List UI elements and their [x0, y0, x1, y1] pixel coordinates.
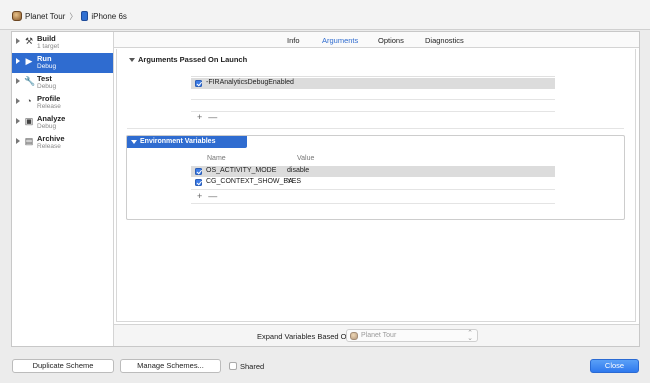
scheme-action-sidebar: ⚒ Build 1 target ▶ Run Debug 🔧 Test Debu… — [12, 32, 114, 346]
divider — [127, 128, 624, 129]
breadcrumb: Planet Tour 〉 iPhone 6s — [12, 10, 127, 22]
sidebar-item-archive[interactable]: ▤ Archive Release — [12, 133, 113, 153]
chevron-updown-icon: ⌃ ⌄ — [467, 330, 473, 342]
expand-variables-select[interactable]: Planet Tour ⌃ ⌄ — [346, 329, 478, 342]
sidebar-item-analyze[interactable]: ▣ Analyze Debug — [12, 113, 113, 133]
environment-section-header[interactable]: Environment Variables — [127, 136, 247, 148]
manage-schemes-button[interactable]: Manage Schemes... — [120, 359, 221, 373]
sidebar-item-title: Build — [37, 34, 56, 43]
duplicate-scheme-button[interactable]: Duplicate Scheme — [12, 359, 114, 373]
divider — [191, 111, 555, 112]
arguments-add-remove: +— — [197, 112, 223, 122]
arguments-panel: Arguments Passed On Launch -FIRAnalytics… — [116, 49, 636, 322]
divider — [191, 99, 555, 100]
disclosure-icon[interactable] — [16, 138, 20, 144]
remove-icon[interactable]: — — [208, 112, 223, 122]
sidebar-item-subtitle: Debug — [37, 83, 57, 90]
analyze-icon: ▣ — [24, 116, 34, 126]
sidebar-item-build[interactable]: ⚒ Build 1 target — [12, 33, 113, 53]
table-row[interactable]: OS_ACTIVITY_MODE disable — [191, 166, 555, 177]
column-header-value[interactable]: Value — [297, 155, 314, 162]
environment-section-title: Environment Variables — [140, 138, 216, 145]
breadcrumb-scheme[interactable]: Planet Tour — [25, 12, 65, 21]
sidebar-item-title: Run — [37, 54, 52, 63]
column-header-name[interactable]: Name — [207, 155, 226, 162]
sidebar-item-title: Archive — [37, 134, 65, 143]
tab-diagnostics[interactable]: Diagnostics — [425, 36, 464, 45]
scheme-toolbar: Planet Tour 〉 iPhone 6s — [0, 0, 650, 30]
archive-icon: ▤ — [24, 136, 34, 146]
sidebar-item-test[interactable]: 🔧 Test Debug — [12, 73, 113, 93]
env-name[interactable]: CG_CONTEXT_SHOW_BA... — [206, 178, 299, 185]
env-value[interactable]: YES — [287, 178, 301, 185]
divider — [191, 203, 555, 204]
sidebar-item-subtitle: Release — [37, 103, 61, 110]
gauge-icon: ◔ — [26, 96, 32, 106]
shared-checkbox[interactable] — [229, 362, 237, 370]
app-icon — [12, 11, 22, 21]
sidebar-item-run[interactable]: ▶ Run Debug — [12, 53, 113, 73]
env-value[interactable]: disable — [287, 167, 309, 174]
disclosure-icon[interactable] — [16, 118, 20, 124]
sidebar-item-subtitle: Debug — [37, 63, 57, 70]
tab-bar: Info Arguments Options Diagnostics — [114, 32, 639, 48]
environment-section: Environment Variables Name Value OS_ACTI… — [126, 135, 625, 220]
scheme-detail: Info Arguments Options Diagnostics Argum… — [114, 32, 639, 346]
device-icon — [81, 11, 89, 21]
sidebar-item-title: Test — [37, 74, 52, 83]
sidebar-item-title: Profile — [37, 94, 61, 103]
sidebar-item-subtitle: Release — [37, 143, 61, 150]
shared-label[interactable]: Shared — [240, 362, 264, 371]
argument-value[interactable]: -FIRAnalyticsDebugEnabled — [206, 79, 294, 86]
expand-variables-value: Planet Tour — [361, 332, 397, 339]
expand-variables-label: Expand Variables Based On — [257, 332, 351, 341]
env-checkbox[interactable] — [195, 168, 202, 175]
disclosure-triangle-icon[interactable] — [129, 58, 135, 62]
sidebar-item-subtitle: Debug — [37, 123, 57, 130]
tab-arguments[interactable]: Arguments — [322, 36, 358, 45]
arguments-list: -FIRAnalyticsDebugEnabled — [191, 76, 555, 116]
disclosure-triangle-icon[interactable] — [131, 140, 137, 144]
list-item[interactable]: -FIRAnalyticsDebugEnabled — [191, 78, 555, 89]
disclosure-icon[interactable] — [16, 38, 20, 44]
disclosure-icon[interactable] — [16, 58, 20, 64]
sidebar-item-profile[interactable]: ◔ Profile Release — [12, 93, 113, 113]
add-icon[interactable]: + — [197, 191, 208, 201]
sidebar-item-title: Analyze — [37, 114, 66, 123]
wrench-icon: 🔧 — [24, 76, 36, 86]
chevron-right-icon: 〉 — [69, 11, 78, 21]
env-checkbox[interactable] — [195, 179, 202, 186]
arguments-section-title: Arguments Passed On Launch — [138, 55, 248, 64]
remove-icon[interactable]: — — [208, 191, 223, 201]
hammer-icon: ⚒ — [24, 36, 34, 46]
environment-add-remove: +— — [197, 191, 223, 201]
breadcrumb-device[interactable]: iPhone 6s — [91, 12, 127, 21]
expand-variables-bar: Expand Variables Based On Planet Tour ⌃ ⌄ — [114, 324, 639, 346]
scheme-editor: ⚒ Build 1 target ▶ Run Debug 🔧 Test Debu… — [11, 31, 640, 347]
tab-options[interactable]: Options — [378, 36, 404, 45]
add-icon[interactable]: + — [197, 112, 208, 122]
disclosure-icon[interactable] — [16, 78, 20, 84]
close-button[interactable]: Close — [590, 359, 639, 373]
app-icon — [350, 331, 358, 340]
play-icon: ▶ — [25, 56, 33, 66]
table-row[interactable]: CG_CONTEXT_SHOW_BA... YES — [191, 177, 555, 188]
tab-info[interactable]: Info — [287, 36, 300, 45]
env-name[interactable]: OS_ACTIVITY_MODE — [206, 167, 276, 174]
disclosure-icon[interactable] — [16, 98, 20, 104]
sidebar-item-subtitle: 1 target — [37, 43, 60, 50]
argument-checkbox[interactable] — [195, 80, 202, 87]
divider — [191, 189, 555, 190]
